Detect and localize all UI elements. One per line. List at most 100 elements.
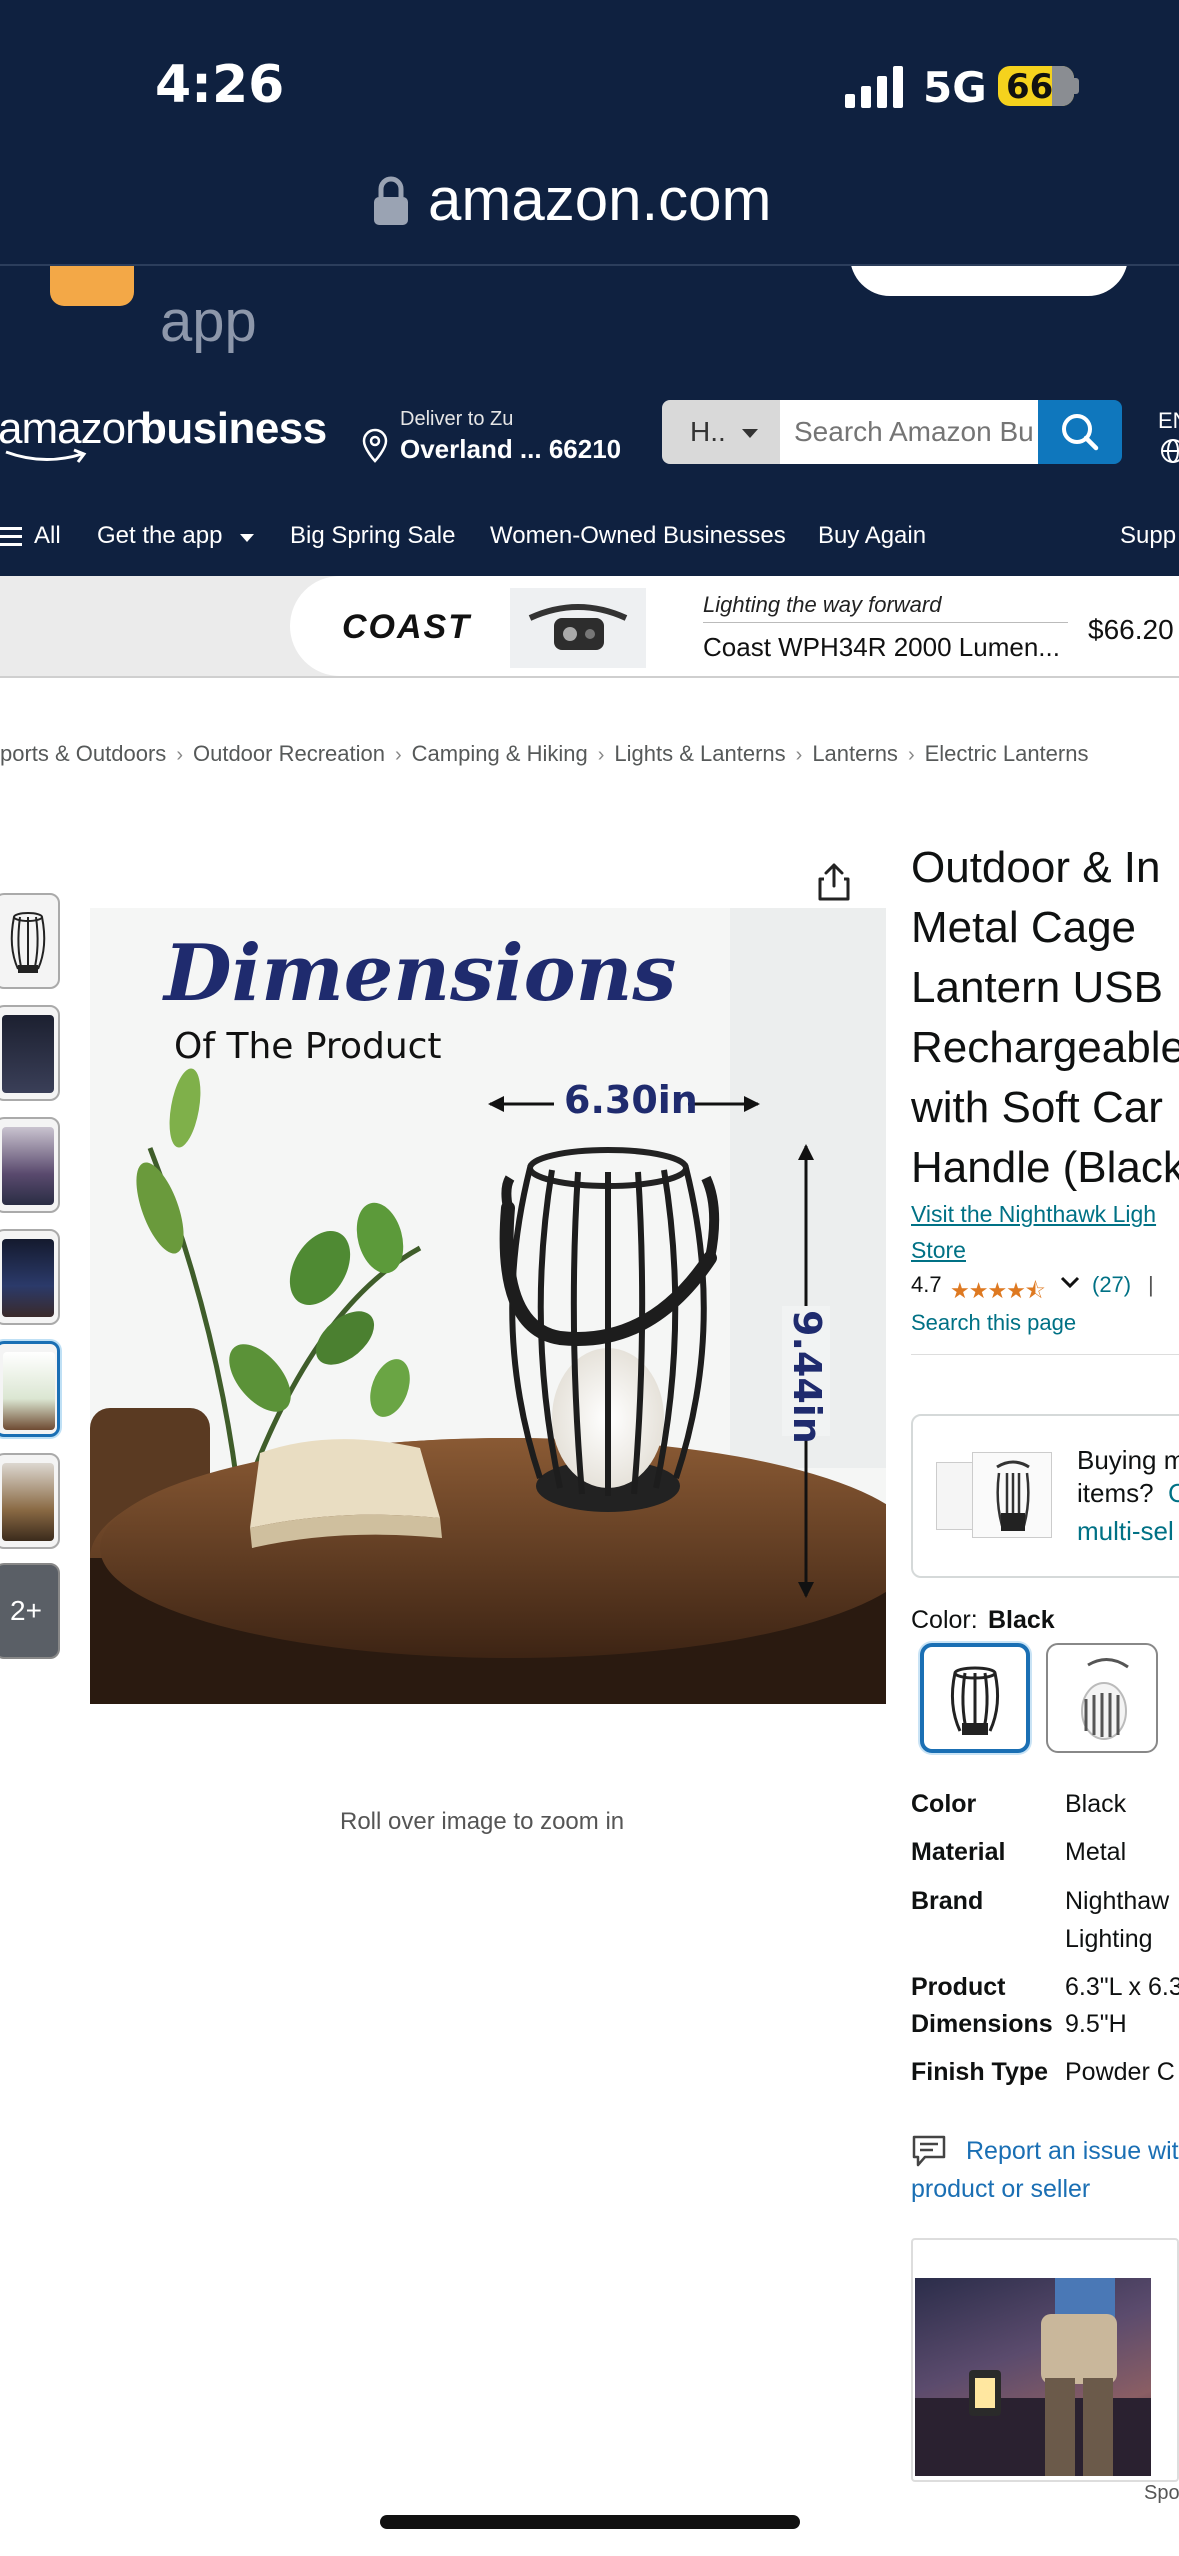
breadcrumb-item[interactable]: Lights & Lanterns (614, 741, 785, 766)
star-rating-icon[interactable]: ★★★★⯪ (950, 1274, 1046, 1312)
report-issue-link[interactable]: product or seller (911, 2175, 1090, 2204)
report-issue-icon[interactable] (911, 2134, 947, 2168)
thumbnail-1[interactable] (0, 893, 60, 989)
breadcrumb-item[interactable]: Electric Lanterns (925, 741, 1089, 766)
bulk-buy-text: items? (1077, 1478, 1154, 1508)
main-product-image[interactable]: Dimensions Of The Product 6.30in 9.44in (90, 908, 886, 1704)
book-illustration (250, 1439, 442, 1548)
color-swatch-black[interactable] (920, 1643, 1030, 1753)
thumbnail-5-selected[interactable] (0, 1341, 60, 1437)
divider (911, 1354, 1179, 1355)
search-button[interactable] (1038, 400, 1122, 464)
bulk-product-image (972, 1452, 1052, 1538)
sponsored-label: Spo (1144, 2482, 1179, 2504)
rating-separator: | (1148, 1272, 1154, 1297)
store-link[interactable]: Visit the Nighthawk Ligh Store (911, 1196, 1179, 1268)
breadcrumb-item[interactable]: Lanterns (812, 741, 898, 766)
app-banner-text: app (160, 289, 257, 354)
nav-big-spring-sale[interactable]: Big Spring Sale (290, 522, 455, 550)
more-images-button[interactable]: 2+ (0, 1563, 60, 1659)
spec-key: Product (911, 1973, 1006, 2001)
color-label: Color: (911, 1606, 978, 1634)
language-selector[interactable]: EN (1158, 408, 1179, 434)
signal-icon (845, 66, 903, 108)
spec-value: Lighting (1065, 1925, 1153, 1953)
url-bar[interactable]: amazon.com (428, 165, 771, 234)
nav-all[interactable]: All (34, 522, 61, 550)
ad-brand-logo[interactable]: COAST (342, 608, 471, 647)
battery-level: 66 (1006, 67, 1054, 106)
nav-women-owned-businesses[interactable]: Women-Owned Businesses (490, 522, 786, 550)
search-category-label: H.. (690, 416, 726, 447)
rating-value: 4.7 (911, 1272, 942, 1297)
chevron-right-icon: › (907, 744, 915, 766)
logo-amazon[interactable]: amazon (0, 404, 150, 454)
width-label: 6.30in (564, 1078, 698, 1122)
nav-get-the-app[interactable]: Get the app (97, 522, 222, 550)
chevron-right-icon: › (597, 744, 605, 766)
spec-value: Metal (1065, 1838, 1127, 1866)
home-indicator[interactable] (380, 2515, 800, 2529)
bulk-buy-text: Buying m (1077, 1445, 1179, 1475)
image-heading: Dimensions (164, 928, 677, 1019)
ad-product-title[interactable]: Coast WPH34R 2000 Lumen... (703, 632, 1073, 663)
height-label: 9.44in (785, 1310, 829, 1444)
chevron-right-icon: › (394, 744, 402, 766)
breadcrumb-item[interactable]: Outdoor Recreation (193, 741, 385, 766)
bulk-buy-link[interactable]: C (1168, 1478, 1179, 1509)
divider (703, 622, 1068, 623)
logo-business[interactable]: business (140, 404, 327, 454)
product-title: Outdoor & In Metal Cage Lantern USB Rech… (911, 843, 1179, 1192)
ad-price: $66.20 (1088, 614, 1174, 645)
report-issue-link[interactable]: Report an issue with (966, 2137, 1179, 2166)
color-swatch-white[interactable] (1046, 1643, 1158, 1753)
spec-key: Material (911, 1838, 1006, 1866)
network-type: 5G (923, 63, 987, 112)
location-pin-icon (362, 428, 388, 463)
thumbnail-6[interactable] (0, 1453, 60, 1549)
app-banner[interactable]: app (0, 266, 1179, 376)
review-count-link[interactable]: (27) (1092, 1272, 1131, 1298)
share-icon[interactable] (816, 862, 852, 902)
battery-nub (1074, 78, 1079, 94)
caret-down-icon (742, 429, 758, 438)
image-subheading: Of The Product (174, 1026, 442, 1067)
open-app-button[interactable] (850, 266, 1128, 296)
spec-value: Nighthaw (1065, 1887, 1170, 1915)
breadcrumb-item[interactable]: ports & Outdoors (0, 741, 166, 766)
lantern-image (10, 912, 46, 973)
spec-value: 9.5"H (1065, 2010, 1127, 2038)
thumbnail-2[interactable] (0, 1005, 60, 1101)
color-value: Black (988, 1606, 1055, 1634)
lock-icon (374, 176, 408, 225)
nav-support[interactable]: Supp (1120, 522, 1176, 550)
spec-value: Black (1065, 1790, 1127, 1818)
deliver-to-location[interactable]: Overland ... 66210 (400, 434, 621, 465)
search-this-page-link[interactable]: Search this page (911, 1310, 1076, 1336)
hamburger-icon[interactable] (0, 525, 24, 549)
spec-key: Finish Type (911, 2058, 1049, 2086)
chevron-right-icon: › (176, 744, 183, 766)
status-time: 4:26 (155, 55, 285, 115)
sponsored-product-image[interactable] (915, 2278, 1151, 2476)
ad-tagline: Lighting the way forward (703, 592, 942, 617)
chevron-down-icon[interactable] (1060, 1274, 1080, 1290)
search-icon (1062, 414, 1099, 451)
thumbnail-4[interactable] (0, 1229, 60, 1325)
caret-down-icon (240, 534, 254, 542)
ad-product-image[interactable] (510, 588, 646, 668)
search-category-select[interactable]: H.. (662, 400, 780, 464)
logo-smile-icon (5, 448, 87, 463)
spec-key: Brand (911, 1887, 984, 1915)
breadcrumb: ports & Outdoors › Outdoor Recreation › Camp… (0, 741, 1088, 767)
breadcrumb-item[interactable]: Camping & Hiking (412, 741, 588, 766)
spec-value: 6.3"L x 6.3 (1065, 1973, 1179, 2001)
spec-key: Color (911, 1790, 977, 1818)
spec-key: Dimensions (911, 2010, 1053, 2038)
search-input[interactable] (780, 400, 1038, 464)
thumbnail-3[interactable] (0, 1117, 60, 1213)
chevron-right-icon: › (795, 744, 803, 766)
bulk-buy-link[interactable]: multi-sel (1077, 1516, 1174, 1547)
nav-buy-again[interactable]: Buy Again (818, 522, 926, 550)
deliver-to-label[interactable]: Deliver to Zu (400, 408, 513, 431)
